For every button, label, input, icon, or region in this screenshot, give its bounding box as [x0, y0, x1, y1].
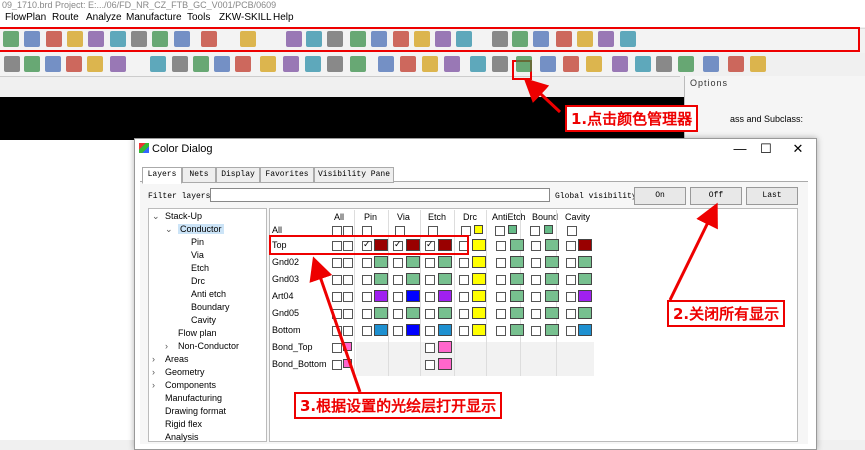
- toolbar-icon[interactable]: [240, 31, 256, 47]
- toolbar-icon[interactable]: [4, 56, 20, 72]
- toolbar-icon[interactable]: [435, 31, 451, 47]
- arrow-2: [668, 202, 718, 301]
- annotation-step-2: 2.关闭所有显示: [667, 300, 786, 327]
- toolbar-icon[interactable]: [635, 56, 651, 72]
- toolbar-icon[interactable]: [131, 31, 147, 47]
- toolbar-icon[interactable]: [88, 31, 104, 47]
- toolbar-icon[interactable]: [350, 56, 366, 72]
- toolbar-icon[interactable]: [305, 56, 321, 72]
- toolbar-icon[interactable]: [46, 31, 62, 47]
- color-manager-icon[interactable]: [512, 31, 528, 47]
- toolbar-icon[interactable]: [540, 56, 556, 72]
- toolbar-icon[interactable]: [235, 56, 251, 72]
- toolbar-icon[interactable]: [3, 31, 19, 47]
- arrow-3: [309, 256, 362, 393]
- toolbar-icon[interactable]: [283, 56, 299, 72]
- annotation-step-1: 1.点击颜色管理器: [565, 105, 699, 132]
- arrow-1: [523, 77, 562, 114]
- toolbar-icon[interactable]: [306, 31, 322, 47]
- toolbar-icon[interactable]: [110, 31, 126, 47]
- toolbar-icon[interactable]: [598, 31, 614, 47]
- toolbar-icon[interactable]: [456, 31, 472, 47]
- toolbar-icon[interactable]: [66, 56, 82, 72]
- toolbar-icon[interactable]: [612, 56, 628, 72]
- toolbar-icon[interactable]: [586, 56, 602, 72]
- toolbar-icon[interactable]: [393, 31, 409, 47]
- toolbar-icon[interactable]: [174, 31, 190, 47]
- toolbar-icon[interactable]: [703, 56, 719, 72]
- toolbar-icon[interactable]: [516, 56, 532, 72]
- toolbar-icon[interactable]: [556, 31, 572, 47]
- toolbar-icon[interactable]: [45, 56, 61, 72]
- toolbar-icon[interactable]: [533, 31, 549, 47]
- toolbar-icon[interactable]: [620, 31, 636, 47]
- toolbar-icon[interactable]: [678, 56, 694, 72]
- toolbar-icon[interactable]: [24, 31, 40, 47]
- toolbar-icon[interactable]: [152, 31, 168, 47]
- toolbar-icon[interactable]: [378, 56, 394, 72]
- toolbar-icon[interactable]: [656, 56, 672, 72]
- toolbar-icon[interactable]: [193, 56, 209, 72]
- toolbar-icon[interactable]: [260, 56, 276, 72]
- toolbar-icon[interactable]: [371, 31, 387, 47]
- toolbar-icon[interactable]: [414, 31, 430, 47]
- toolbar-icon[interactable]: [444, 56, 460, 72]
- toolbar-icon[interactable]: [214, 56, 230, 72]
- toolbar-icon[interactable]: [327, 31, 343, 47]
- toolbar-icon[interactable]: [67, 31, 83, 47]
- toolbar-icon[interactable]: [24, 56, 40, 72]
- annotation-step-3: 3.根据设置的光绘层打开显示: [294, 392, 503, 419]
- toolbar-icon[interactable]: [400, 56, 416, 72]
- toolbar-icon[interactable]: [750, 56, 766, 72]
- toolbar-icon[interactable]: [286, 31, 302, 47]
- toolbar-icon[interactable]: [110, 56, 126, 72]
- toolbar-icon[interactable]: [422, 56, 438, 72]
- toolbar-icon[interactable]: [172, 56, 188, 72]
- toolbar-icon[interactable]: [87, 56, 103, 72]
- toolbar-icon[interactable]: [350, 31, 366, 47]
- toolbar-icon[interactable]: [150, 56, 166, 72]
- toolbar-icon[interactable]: [327, 56, 343, 72]
- toolbar-icon[interactable]: [492, 56, 508, 72]
- toolbar-icon[interactable]: [563, 56, 579, 72]
- toolbar-icon[interactable]: [577, 31, 593, 47]
- toolbar-icon[interactable]: [470, 56, 486, 72]
- toolbar-icon[interactable]: [728, 56, 744, 72]
- toolbar-icon[interactable]: [201, 31, 217, 47]
- toolbar-icon[interactable]: [492, 31, 508, 47]
